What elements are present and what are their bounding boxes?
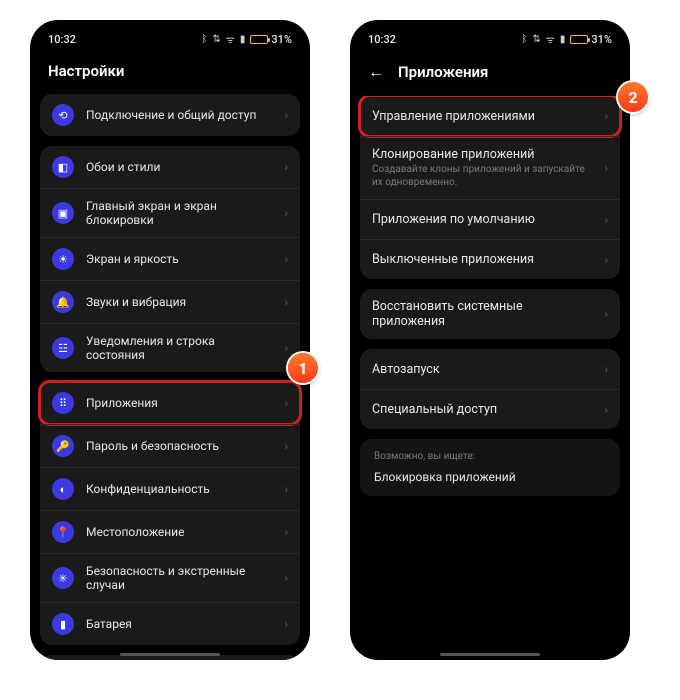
settings-list: ⟲ Подключение и общий доступ › ◧ Обои и … (30, 94, 310, 660)
chevron-right-icon: › (604, 403, 608, 417)
row-brightness[interactable]: ☀ Экран и яркость › (40, 237, 300, 280)
sync-icon: ⟲ (52, 104, 74, 126)
chevron-right-icon: › (284, 396, 288, 410)
key-icon: 🔑 (52, 435, 74, 457)
search-hint: Возможно, вы ищете: Блокировка приложени… (360, 439, 620, 496)
status-time: 10:32 (48, 33, 76, 46)
safety-icon: ✳ (52, 567, 74, 589)
wifi-icon: ᯤ (546, 32, 555, 46)
wallpaper-icon: ◧ (52, 156, 74, 178)
chevron-right-icon: › (284, 482, 288, 496)
hint-item-app-lock[interactable]: Блокировка приложений (374, 470, 606, 484)
chevron-right-icon: › (284, 295, 288, 309)
row-safety[interactable]: ✳ Безопасность и экстренные случаи › (40, 553, 300, 602)
back-button[interactable]: ← (368, 62, 384, 82)
annotation-badge-2: 2 (618, 82, 648, 112)
row-location[interactable]: 📍 Местоположение › (40, 510, 300, 553)
group-restore: Восстановить системные приложения › (360, 289, 620, 339)
data-icon: ⇅ (532, 34, 540, 45)
status-time: 10:32 (368, 33, 396, 46)
signal-icon: ▮ (560, 34, 566, 45)
row-restore-system-apps[interactable]: Восстановить системные приложения › (360, 289, 620, 339)
phone-right: 10:32 ᛒ ⇅ ᯤ ▮ 31% ← Приложения Управлени… (350, 20, 630, 660)
battery-percent: 31% (271, 33, 292, 46)
chevron-right-icon: › (284, 108, 288, 122)
chevron-right-icon: › (284, 617, 288, 631)
row-notifications[interactable]: ☳ Уведомления и строка состояния › (40, 323, 300, 372)
status-right: ᛒ ⇅ ᯤ ▮ 31% (201, 32, 292, 46)
row-battery[interactable]: ▮ Батарея › (40, 602, 300, 645)
row-special-access[interactable]: Специальный доступ › (360, 389, 620, 429)
chevron-right-icon: › (604, 109, 608, 123)
row-autostart[interactable]: Автозапуск › (360, 349, 620, 389)
chevron-right-icon: › (284, 206, 288, 220)
sun-icon: ☀ (52, 248, 74, 270)
chevron-right-icon: › (604, 161, 608, 175)
chevron-right-icon: › (284, 252, 288, 266)
chevron-right-icon: › (604, 253, 608, 267)
row-sound[interactable]: 🔔 Звуки и вибрация › (40, 280, 300, 323)
battery-percent: 31% (591, 33, 612, 46)
row-password[interactable]: 🔑 Пароль и безопасность › (40, 424, 300, 467)
page-title: Настройки (30, 52, 310, 94)
page-header: ← Приложения (350, 52, 630, 96)
group-autostart: Автозапуск › Специальный доступ › (360, 349, 620, 429)
row-wallpaper[interactable]: ◧ Обои и стили › (40, 146, 300, 188)
signal-icon: ▮ (240, 34, 246, 45)
chevron-right-icon: › (284, 439, 288, 453)
row-connection-sharing[interactable]: ⟲ Подключение и общий доступ › (40, 94, 300, 136)
battery-indicator: 31% (570, 33, 612, 46)
page-title: Приложения (398, 63, 488, 81)
chevron-right-icon: › (284, 525, 288, 539)
apps-icon: ⠿ (52, 392, 74, 414)
home-indicator (440, 653, 540, 656)
group-connection: ⟲ Подключение и общий доступ › (40, 94, 300, 136)
row-clone-apps[interactable]: Клонирование приложений Создавайте клоны… (360, 136, 620, 199)
row-default-apps[interactable]: Приложения по умолчанию › (360, 199, 620, 239)
battery-indicator: 31% (250, 33, 292, 46)
chevron-right-icon: › (604, 213, 608, 227)
row-home-lock[interactable]: ▣ Главный экран и экран блокировки › (40, 188, 300, 237)
chevron-right-icon: › (604, 307, 608, 321)
row-apps[interactable]: ⠿ Приложения › (40, 382, 300, 424)
notification-icon: ☳ (52, 337, 74, 359)
row-manage-apps[interactable]: Управление приложениями › (360, 96, 620, 136)
home-icon: ▣ (52, 202, 74, 224)
status-bar: 10:32 ᛒ ⇅ ᯤ ▮ 31% (30, 26, 310, 52)
privacy-icon: ◐ (52, 478, 74, 500)
annotation-badge-1: 1 (288, 353, 318, 383)
hint-title: Возможно, вы ищете: (374, 451, 606, 462)
bluetooth-icon: ᛒ (201, 34, 207, 45)
group-display: ◧ Обои и стили › ▣ Главный экран и экран… (40, 146, 300, 372)
location-icon: 📍 (52, 521, 74, 543)
row-privacy[interactable]: ◐ Конфиденциальность › (40, 467, 300, 510)
home-indicator (120, 653, 220, 656)
apps-list: Управление приложениями › Клонирование п… (350, 96, 630, 506)
chevron-right-icon: › (284, 341, 288, 355)
status-bar: 10:32 ᛒ ⇅ ᯤ ▮ 31% (350, 26, 630, 52)
chevron-right-icon: › (284, 571, 288, 585)
battery-icon: ▮ (52, 613, 74, 635)
row-disabled-apps[interactable]: Выключенные приложения › (360, 239, 620, 279)
group-apps-security: ⠿ Приложения › 🔑 Пароль и безопасность ›… (40, 382, 300, 645)
data-icon: ⇅ (212, 34, 220, 45)
status-right: ᛒ ⇅ ᯤ ▮ 31% (521, 32, 612, 46)
chevron-right-icon: › (604, 362, 608, 376)
chevron-right-icon: › (284, 160, 288, 174)
bell-icon: 🔔 (52, 291, 74, 313)
bluetooth-icon: ᛒ (521, 34, 527, 45)
wifi-icon: ᯤ (226, 32, 235, 46)
group-manage: Управление приложениями › Клонирование п… (360, 96, 620, 279)
phone-left: 10:32 ᛒ ⇅ ᯤ ▮ 31% Настройки ⟲ Подключени… (30, 20, 310, 660)
